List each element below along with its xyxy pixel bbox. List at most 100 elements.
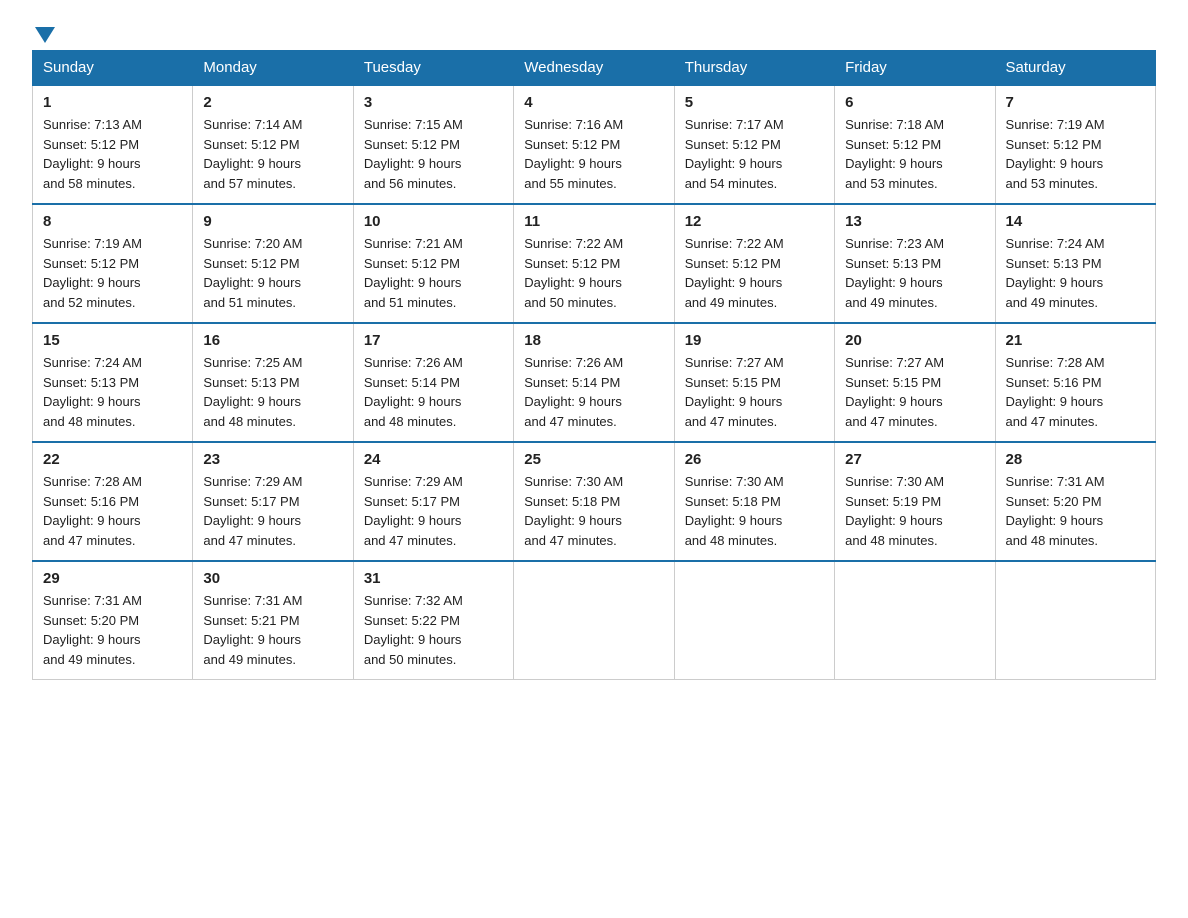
calendar-cell: 26Sunrise: 7:30 AMSunset: 5:18 PMDayligh… [674, 442, 834, 561]
day-number: 25 [524, 451, 663, 468]
calendar-cell: 7 Sunrise: 7:19 AMSunset: 5:12 PMDaylight… [995, 85, 1155, 204]
calendar-cell: 1 Sunrise: 7:13 AMSunset: 5:12 PMDaylight… [33, 85, 193, 204]
day-info: Sunrise: 7:31 AMSunset: 5:21 PMDaylight:… [203, 591, 342, 669]
day-info: Sunrise: 7:18 AMSunset: 5:12 PMDaylight:… [845, 115, 984, 193]
calendar-cell: 8 Sunrise: 7:19 AMSunset: 5:12 PMDaylight… [33, 204, 193, 323]
calendar-cell: 4 Sunrise: 7:16 AMSunset: 5:12 PMDaylight… [514, 85, 674, 204]
day-number: 18 [524, 332, 663, 349]
day-number: 24 [364, 451, 503, 468]
calendar-cell: 30 Sunrise: 7:31 AMSunset: 5:21 PMDayligh… [193, 561, 353, 680]
day-number: 17 [364, 332, 503, 349]
header-tuesday: Tuesday [353, 51, 513, 86]
day-number: 28 [1006, 451, 1145, 468]
day-number: 22 [43, 451, 182, 468]
day-info: Sunrise: 7:29 AMSunset: 5:17 PMDaylight:… [364, 472, 503, 550]
calendar-cell: 11 Sunrise: 7:22 AMSunset: 5:12 PMDayligh… [514, 204, 674, 323]
day-number: 1 [43, 94, 182, 111]
day-info: Sunrise: 7:26 AMSunset: 5:14 PMDaylight:… [364, 353, 503, 431]
day-number: 13 [845, 213, 984, 230]
day-number: 20 [845, 332, 984, 349]
calendar-cell: 27Sunrise: 7:30 AMSunset: 5:19 PMDayligh… [835, 442, 995, 561]
day-number: 2 [203, 94, 342, 111]
calendar-cell: 10Sunrise: 7:21 AMSunset: 5:12 PMDayligh… [353, 204, 513, 323]
calendar-cell: 29 Sunrise: 7:31 AMSunset: 5:20 PMDayligh… [33, 561, 193, 680]
calendar-cell: 2 Sunrise: 7:14 AMSunset: 5:12 PMDaylight… [193, 85, 353, 204]
calendar-cell: 13 Sunrise: 7:23 AMSunset: 5:13 PMDayligh… [835, 204, 995, 323]
day-number: 29 [43, 570, 182, 587]
calendar-cell: 14Sunrise: 7:24 AMSunset: 5:13 PMDayligh… [995, 204, 1155, 323]
day-info: Sunrise: 7:19 AMSunset: 5:12 PMDaylight:… [43, 234, 182, 312]
calendar-week-row: 22 Sunrise: 7:28 AMSunset: 5:16 PMDayligh… [33, 442, 1156, 561]
day-number: 14 [1006, 213, 1145, 230]
calendar-week-row: 29 Sunrise: 7:31 AMSunset: 5:20 PMDayligh… [33, 561, 1156, 680]
day-number: 10 [364, 213, 503, 230]
day-number: 31 [364, 570, 503, 587]
calendar-cell [995, 561, 1155, 680]
calendar-week-row: 15 Sunrise: 7:24 AMSunset: 5:13 PMDayligh… [33, 323, 1156, 442]
calendar-week-row: 8 Sunrise: 7:19 AMSunset: 5:12 PMDaylight… [33, 204, 1156, 323]
calendar-cell [674, 561, 834, 680]
calendar-cell: 9Sunrise: 7:20 AMSunset: 5:12 PMDaylight… [193, 204, 353, 323]
day-info: Sunrise: 7:31 AMSunset: 5:20 PMDaylight:… [1006, 472, 1145, 550]
day-info: Sunrise: 7:23 AMSunset: 5:13 PMDaylight:… [845, 234, 984, 312]
day-info: Sunrise: 7:27 AMSunset: 5:15 PMDaylight:… [685, 353, 824, 431]
calendar-cell: 23Sunrise: 7:29 AMSunset: 5:17 PMDayligh… [193, 442, 353, 561]
day-info: Sunrise: 7:28 AMSunset: 5:16 PMDaylight:… [1006, 353, 1145, 431]
day-number: 15 [43, 332, 182, 349]
day-info: Sunrise: 7:17 AMSunset: 5:12 PMDaylight:… [685, 115, 824, 193]
day-number: 26 [685, 451, 824, 468]
calendar-cell: 12Sunrise: 7:22 AMSunset: 5:12 PMDayligh… [674, 204, 834, 323]
day-info: Sunrise: 7:22 AMSunset: 5:12 PMDaylight:… [524, 234, 663, 312]
day-info: Sunrise: 7:30 AMSunset: 5:18 PMDaylight:… [524, 472, 663, 550]
calendar-week-row: 1 Sunrise: 7:13 AMSunset: 5:12 PMDaylight… [33, 85, 1156, 204]
day-number: 16 [203, 332, 342, 349]
calendar-cell: 22 Sunrise: 7:28 AMSunset: 5:16 PMDayligh… [33, 442, 193, 561]
calendar-cell: 6 Sunrise: 7:18 AMSunset: 5:12 PMDaylight… [835, 85, 995, 204]
header-saturday: Saturday [995, 51, 1155, 86]
day-info: Sunrise: 7:13 AMSunset: 5:12 PMDaylight:… [43, 115, 182, 193]
day-info: Sunrise: 7:32 AMSunset: 5:22 PMDaylight:… [364, 591, 503, 669]
calendar-cell: 20 Sunrise: 7:27 AMSunset: 5:15 PMDayligh… [835, 323, 995, 442]
day-number: 4 [524, 94, 663, 111]
day-info: Sunrise: 7:20 AMSunset: 5:12 PMDaylight:… [203, 234, 342, 312]
logo [32, 24, 58, 40]
day-info: Sunrise: 7:26 AMSunset: 5:14 PMDaylight:… [524, 353, 663, 431]
day-number: 5 [685, 94, 824, 111]
day-number: 21 [1006, 332, 1145, 349]
calendar-cell: 19 Sunrise: 7:27 AMSunset: 5:15 PMDayligh… [674, 323, 834, 442]
day-number: 27 [845, 451, 984, 468]
page-header [32, 24, 1156, 40]
day-info: Sunrise: 7:31 AMSunset: 5:20 PMDaylight:… [43, 591, 182, 669]
header-wednesday: Wednesday [514, 51, 674, 86]
calendar-cell: 18 Sunrise: 7:26 AMSunset: 5:14 PMDayligh… [514, 323, 674, 442]
day-info: Sunrise: 7:16 AMSunset: 5:12 PMDaylight:… [524, 115, 663, 193]
calendar-cell: 28 Sunrise: 7:31 AMSunset: 5:20 PMDayligh… [995, 442, 1155, 561]
day-number: 30 [203, 570, 342, 587]
day-info: Sunrise: 7:27 AMSunset: 5:15 PMDaylight:… [845, 353, 984, 431]
day-number: 23 [203, 451, 342, 468]
day-info: Sunrise: 7:25 AMSunset: 5:13 PMDaylight:… [203, 353, 342, 431]
calendar-cell: 5 Sunrise: 7:17 AMSunset: 5:12 PMDaylight… [674, 85, 834, 204]
calendar-header-row: SundayMondayTuesdayWednesdayThursdayFrid… [33, 51, 1156, 86]
calendar-cell: 15 Sunrise: 7:24 AMSunset: 5:13 PMDayligh… [33, 323, 193, 442]
header-thursday: Thursday [674, 51, 834, 86]
calendar-cell: 17 Sunrise: 7:26 AMSunset: 5:14 PMDayligh… [353, 323, 513, 442]
day-number: 3 [364, 94, 503, 111]
day-info: Sunrise: 7:24 AMSunset: 5:13 PMDaylight:… [43, 353, 182, 431]
day-number: 12 [685, 213, 824, 230]
day-info: Sunrise: 7:19 AMSunset: 5:12 PMDaylight:… [1006, 115, 1145, 193]
day-number: 7 [1006, 94, 1145, 111]
day-info: Sunrise: 7:14 AMSunset: 5:12 PMDaylight:… [203, 115, 342, 193]
logo-arrow-icon [35, 27, 55, 43]
day-number: 11 [524, 213, 663, 230]
day-number: 8 [43, 213, 182, 230]
calendar-table: SundayMondayTuesdayWednesdayThursdayFrid… [32, 50, 1156, 680]
day-number: 6 [845, 94, 984, 111]
calendar-cell [835, 561, 995, 680]
calendar-cell: 24 Sunrise: 7:29 AMSunset: 5:17 PMDayligh… [353, 442, 513, 561]
header-sunday: Sunday [33, 51, 193, 86]
day-number: 19 [685, 332, 824, 349]
calendar-cell: 21 Sunrise: 7:28 AMSunset: 5:16 PMDayligh… [995, 323, 1155, 442]
day-info: Sunrise: 7:28 AMSunset: 5:16 PMDaylight:… [43, 472, 182, 550]
header-friday: Friday [835, 51, 995, 86]
